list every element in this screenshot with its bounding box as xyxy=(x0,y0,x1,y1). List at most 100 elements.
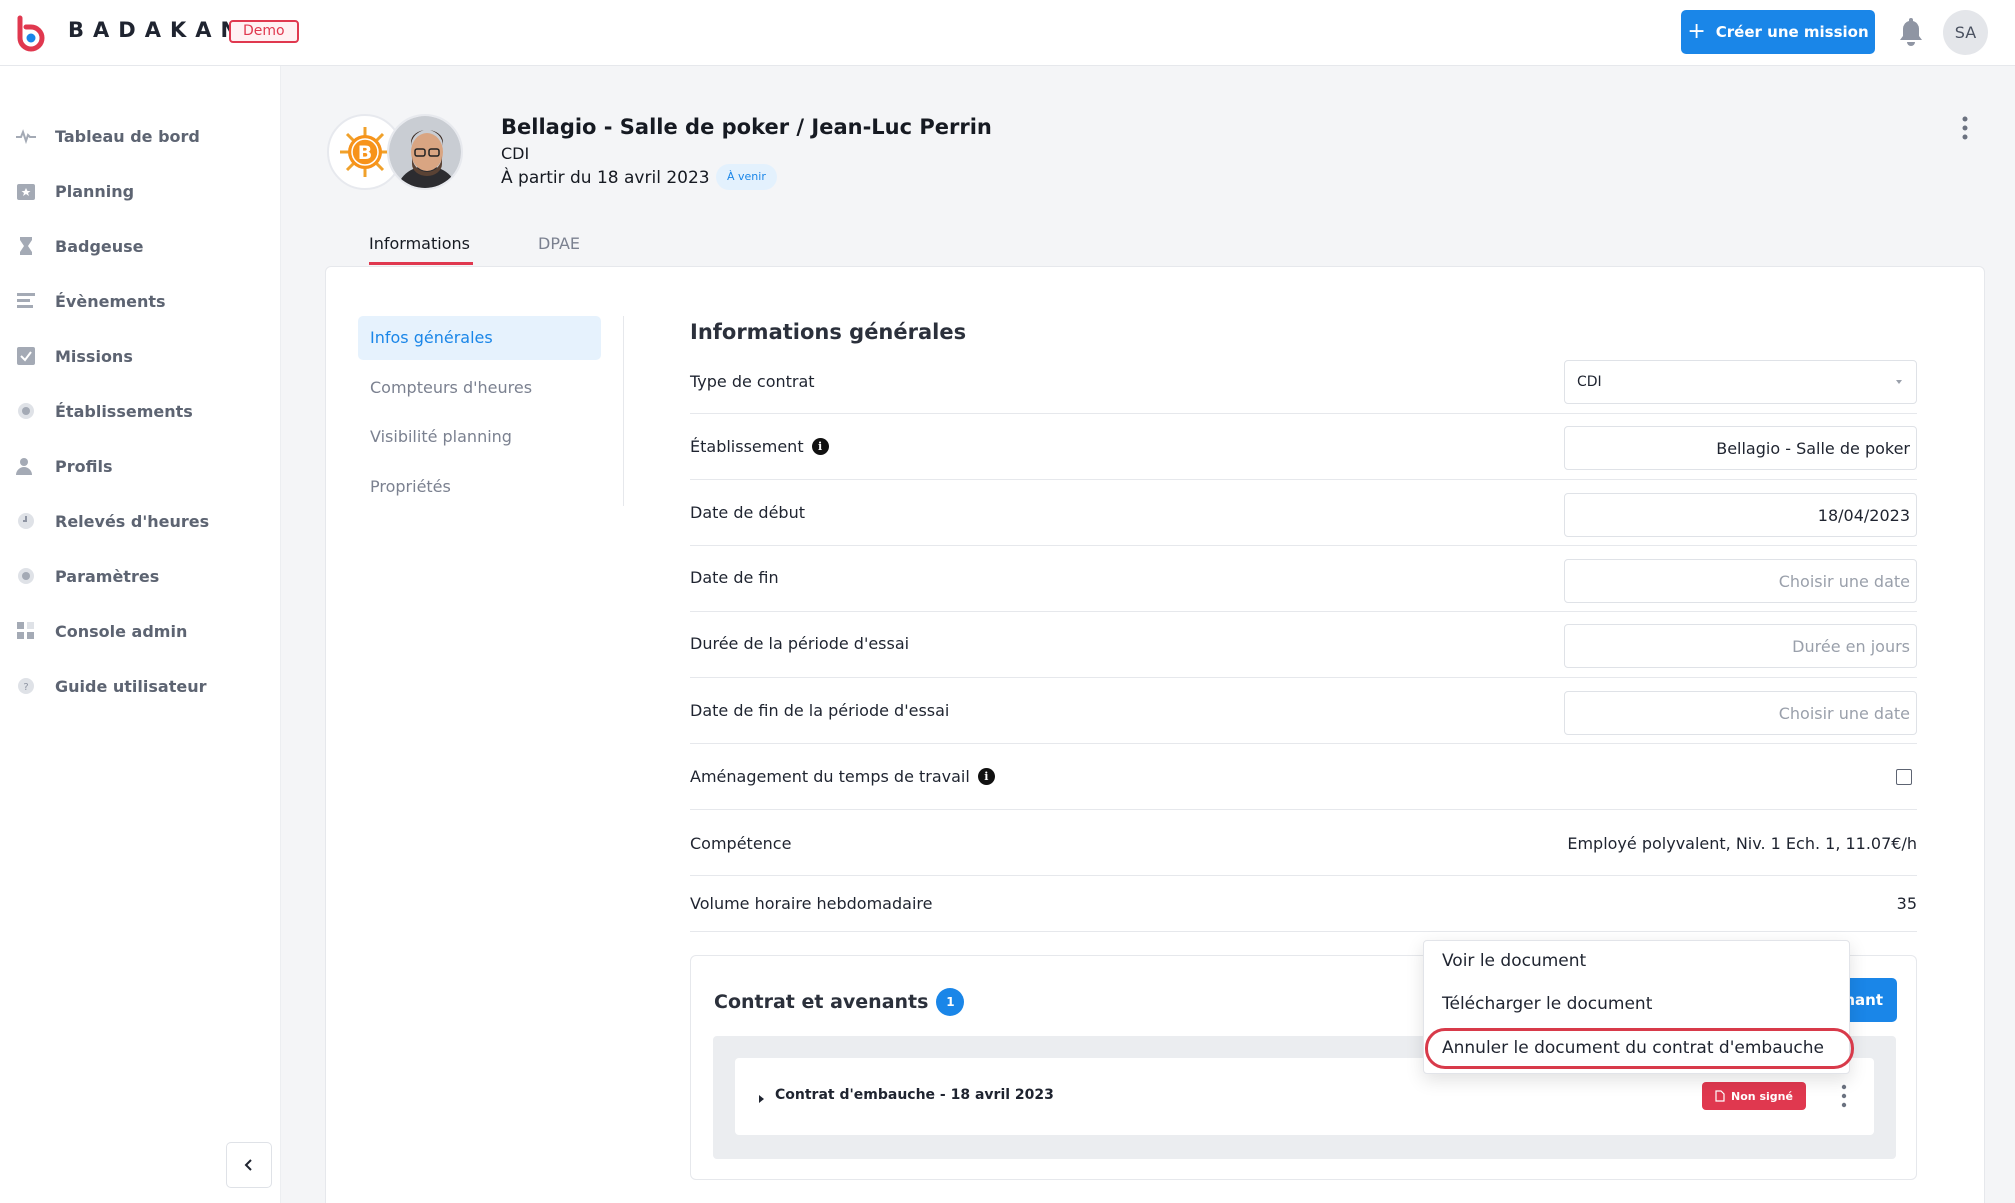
collapse-sidebar-button[interactable] xyxy=(226,1142,272,1188)
start-date-field[interactable]: 18/04/2023 xyxy=(1564,493,1917,537)
tab-informations[interactable]: Informations xyxy=(369,234,473,266)
svg-text:?: ? xyxy=(23,682,28,693)
sidebar-item-label: Relevés d'heures xyxy=(55,511,210,531)
create-mission-button[interactable]: + Créer une mission xyxy=(1681,10,1875,54)
work-time-label-text: Aménagement du temps de travail xyxy=(690,767,970,786)
sidebar-item-label: Planning xyxy=(55,181,135,201)
contract-options-icon[interactable] xyxy=(1836,1082,1852,1110)
user-avatar[interactable]: SA xyxy=(1943,10,1988,55)
establishment-label-text: Établissement xyxy=(690,437,804,456)
info-icon[interactable]: i xyxy=(977,768,995,785)
employee-start-date: À partir du 18 avril 2023 xyxy=(501,168,710,188)
sidebar-item-label: Profils xyxy=(55,456,113,476)
sidebar-item-label: Badgeuse xyxy=(55,236,144,256)
menu-item-view-document[interactable]: Voir le document xyxy=(1442,951,1586,971)
sidebar-item-missions[interactable]: Missions xyxy=(0,336,281,376)
status-badge: À venir xyxy=(716,164,777,190)
sidebar-item-user-guide[interactable]: ? Guide utilisateur xyxy=(0,666,281,706)
chevron-left-icon xyxy=(244,1159,252,1171)
unsigned-status-text: Non signé xyxy=(1731,1089,1793,1103)
calendar-icon xyxy=(17,184,35,200)
subnav-divider xyxy=(623,316,624,506)
subnav-general-info[interactable]: Infos générales xyxy=(358,316,601,360)
sidebar-item-label: Tableau de bord xyxy=(55,126,200,146)
sidebar-item-label: Console admin xyxy=(55,621,188,641)
trial-duration-field[interactable]: Durée en jours xyxy=(1564,624,1917,668)
work-time-row: Aménagement du temps de travail i xyxy=(690,744,1917,810)
trial-end-row: Date de fin de la période d'essai Choisi… xyxy=(690,678,1917,744)
sidebar-item-planning[interactable]: Planning xyxy=(0,171,281,211)
help-icon: ? xyxy=(18,678,34,694)
list-icon xyxy=(17,293,35,308)
sidebar-item-timesheets[interactable]: Relevés d'heures xyxy=(0,501,281,541)
subnav-planning-visibility[interactable]: Visibilité planning xyxy=(358,415,601,459)
sidebar-item-admin-console[interactable]: Console admin xyxy=(0,611,281,651)
contract-type-value: CDI xyxy=(1577,374,1602,390)
trial-end-label: Date de fin de la période d'essai xyxy=(690,701,950,720)
subnav-properties[interactable]: Propriétés xyxy=(358,465,601,509)
sidebar-item-label: Paramètres xyxy=(55,566,160,586)
start-date-label: Date de début xyxy=(690,503,805,522)
sidebar-item-label: Évènements xyxy=(55,291,166,311)
establishment-row: Établissement i Bellagio - Salle de poke… xyxy=(690,414,1917,480)
svg-text:B: B xyxy=(358,142,372,164)
bitcoin-logo-icon: B xyxy=(340,127,390,177)
checklist-icon xyxy=(17,347,35,365)
hourglass-icon xyxy=(20,237,32,255)
sidebar-item-profiles[interactable]: Profils xyxy=(0,446,281,486)
employee-contract-type: CDI xyxy=(501,144,530,163)
subnav-hour-counters[interactable]: Compteurs d'heures xyxy=(358,366,601,410)
contract-type-select[interactable]: CDI xyxy=(1564,360,1917,404)
sidebar-item-dashboard[interactable]: Tableau de bord xyxy=(0,116,281,156)
user-icon xyxy=(16,458,32,475)
brand-name: BADAKAN xyxy=(68,18,248,42)
end-date-field[interactable]: Choisir une date xyxy=(1564,559,1917,603)
trial-duration-label: Durée de la période d'essai xyxy=(690,634,910,653)
top-bar: BADAKAN Demo + Créer une mission SA xyxy=(0,0,2015,66)
plus-icon: + xyxy=(1687,19,1706,44)
skill-value: Employé polyvalent, Niv. 1 Ech. 1, 11.07… xyxy=(1567,834,1917,853)
info-icon[interactable]: i xyxy=(811,438,829,455)
establishment-label: Établissement i xyxy=(690,437,829,456)
more-options-icon[interactable] xyxy=(1955,114,1975,142)
sidebar: Tableau de bord Planning Badgeuse Évènem… xyxy=(0,66,281,1203)
sidebar-item-settings[interactable]: Paramètres xyxy=(0,556,281,596)
contract-name: Contrat d'embauche - 18 avril 2023 xyxy=(775,1087,1054,1103)
sidebar-item-badgeuse[interactable]: Badgeuse xyxy=(0,226,281,266)
tab-dpae[interactable]: DPAE xyxy=(538,234,580,266)
clock-icon xyxy=(18,513,34,529)
caret-down-icon xyxy=(1896,380,1902,384)
bell-icon[interactable] xyxy=(1898,16,1924,46)
end-date-row: Date de fin Choisir une date xyxy=(690,546,1917,612)
contracts-count-badge: 1 xyxy=(936,988,965,1016)
contracts-title: Contrat et avenants 1 xyxy=(714,988,965,1016)
start-date-row: Date de début 18/04/2023 xyxy=(690,480,1917,546)
sidebar-item-events[interactable]: Évènements xyxy=(0,281,281,321)
menu-item-download-document[interactable]: Télécharger le document xyxy=(1442,994,1652,1014)
pulse-icon xyxy=(16,129,36,145)
document-icon xyxy=(1715,1090,1725,1102)
skill-row: Compétence Employé polyvalent, Niv. 1 Ec… xyxy=(690,810,1917,876)
unsigned-status-badge: Non signé xyxy=(1702,1082,1806,1110)
employee-photo xyxy=(387,114,463,190)
badakan-logo-icon[interactable] xyxy=(12,14,50,52)
work-time-checkbox[interactable] xyxy=(1896,769,1912,785)
weekly-hours-label: Volume horaire hebdomadaire xyxy=(690,894,933,913)
contract-type-label: Type de contrat xyxy=(690,372,815,391)
demo-badge: Demo xyxy=(229,20,299,43)
trial-duration-row: Durée de la période d'essai Durée en jou… xyxy=(690,612,1917,678)
caret-right-icon[interactable] xyxy=(759,1095,764,1103)
grid-icon xyxy=(17,622,34,639)
work-time-label: Aménagement du temps de travail i xyxy=(690,767,995,786)
trial-end-field[interactable]: Choisir une date xyxy=(1564,691,1917,735)
sidebar-item-label: Guide utilisateur xyxy=(55,676,207,696)
sidebar-item-establishments[interactable]: Établissements xyxy=(0,391,281,431)
contracts-title-text: Contrat et avenants xyxy=(714,991,929,1013)
weekly-hours-row: Volume horaire hebdomadaire 35 xyxy=(690,876,1917,932)
sidebar-item-label: Missions xyxy=(55,346,133,366)
skill-label: Compétence xyxy=(690,834,792,853)
sidebar-item-label: Établissements xyxy=(55,401,193,421)
establishment-field[interactable]: Bellagio - Salle de poker xyxy=(1564,426,1917,470)
create-mission-label: Créer une mission xyxy=(1715,23,1869,41)
gear-icon xyxy=(18,568,34,584)
